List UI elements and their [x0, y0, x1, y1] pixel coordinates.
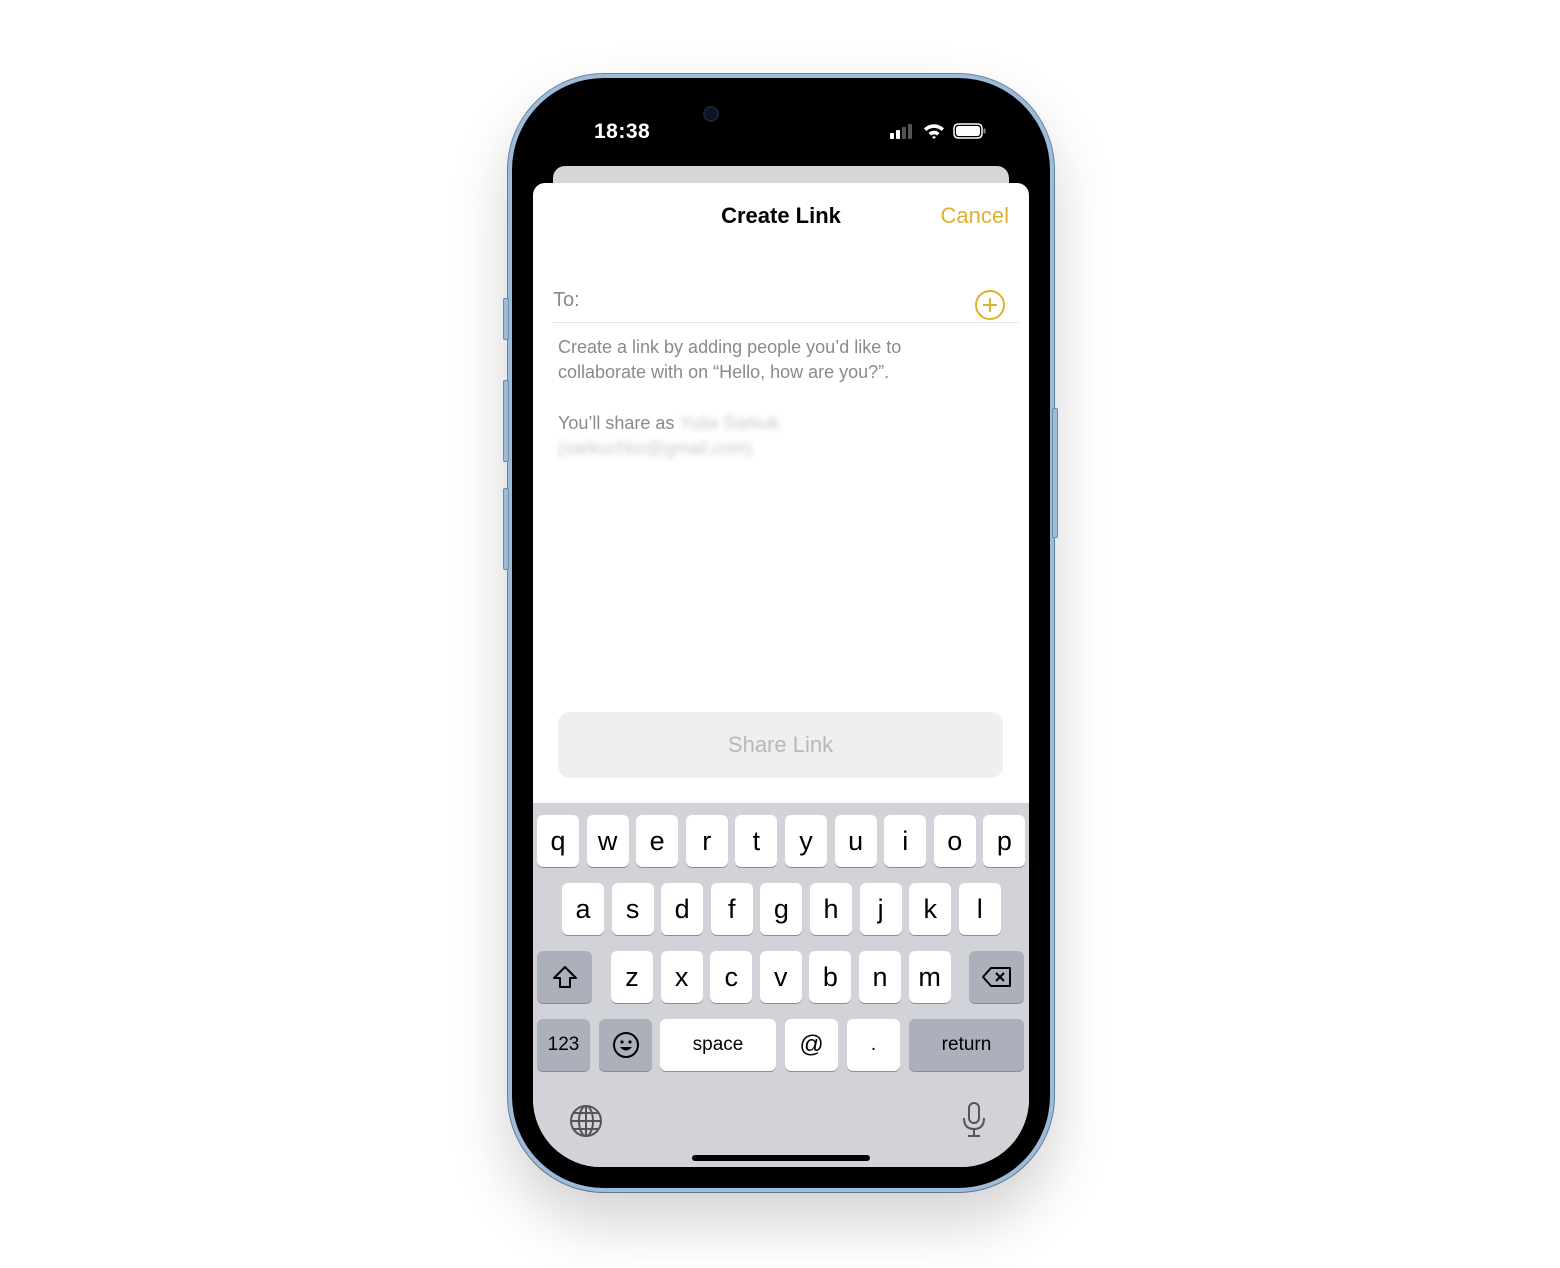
battery-icon [953, 123, 986, 139]
key-i[interactable]: i [884, 815, 927, 867]
front-camera [703, 106, 719, 122]
volume-down-button [503, 488, 509, 570]
share-as-text: You’ll share as Yulia Sarkuk (sarkuchko@… [558, 411, 978, 461]
status-bar: 18:38 [533, 99, 1029, 165]
key-p[interactable]: p [983, 815, 1026, 867]
key-b[interactable]: b [809, 951, 852, 1003]
home-indicator [692, 1155, 870, 1161]
space-key[interactable]: space [660, 1019, 776, 1071]
key-m[interactable]: m [908, 951, 951, 1003]
key-x[interactable]: x [660, 951, 703, 1003]
key-o[interactable]: o [933, 815, 976, 867]
wifi-icon [924, 124, 944, 139]
share-link-button[interactable]: Share Link [558, 712, 1003, 778]
key-r[interactable]: r [685, 815, 728, 867]
key-n[interactable]: n [859, 951, 901, 1003]
cancel-button[interactable]: Cancel [941, 203, 1009, 229]
key-f[interactable]: f [710, 883, 753, 935]
to-label: To: [553, 289, 580, 311]
emoji-key[interactable] [599, 1019, 652, 1071]
key-e[interactable]: e [636, 815, 679, 867]
to-field[interactable]: To: [553, 267, 1019, 323]
share-as-prefix: You’ll share as [558, 413, 675, 433]
status-time: 18:38 [594, 120, 651, 143]
key-d[interactable]: d [661, 883, 704, 935]
key-c[interactable]: c [710, 951, 753, 1003]
volume-up-button [503, 380, 509, 462]
key-a[interactable]: a [562, 883, 604, 935]
power-button [1052, 408, 1058, 538]
plus-circle-icon[interactable] [974, 289, 1006, 321]
cellular-signal-icon [890, 124, 912, 139]
key-w[interactable]: w [586, 815, 629, 867]
phone-screen: 18:38 Create Link Cancel To: Create a li… [533, 99, 1029, 1167]
description-text: Create a link by adding people you’d lik… [558, 337, 902, 382]
numbers-key[interactable]: 123 [537, 1019, 590, 1071]
shift-icon [552, 966, 577, 988]
status-icons [889, 123, 987, 139]
action-button [503, 298, 509, 340]
key-t[interactable]: t [735, 815, 778, 867]
key-j[interactable]: j [859, 883, 902, 935]
key-u[interactable]: u [834, 815, 877, 867]
key-k[interactable]: k [909, 883, 952, 935]
key-y[interactable]: y [785, 815, 827, 867]
dot-key[interactable]: . [847, 1019, 900, 1071]
microphone-icon[interactable] [959, 1101, 989, 1139]
key-v[interactable]: v [759, 951, 802, 1003]
share-as-name: Yulia Sarkuk [679, 413, 780, 433]
key-z[interactable]: z [611, 951, 653, 1003]
key-l[interactable]: l [958, 883, 1001, 935]
keyboard: qwertyuiop asdfghjkl zxcvbnm 123 space @… [533, 803, 1029, 1167]
globe-icon[interactable] [568, 1103, 604, 1139]
key-s[interactable]: s [611, 883, 654, 935]
emoji-icon [612, 1032, 639, 1058]
shift-key[interactable] [537, 951, 592, 1003]
key-g[interactable]: g [760, 883, 803, 935]
share-as-email: (sarkuchko@gmail.com) [558, 438, 753, 458]
key-h[interactable]: h [810, 883, 852, 935]
at-key[interactable]: @ [785, 1019, 838, 1071]
delete-key[interactable] [969, 951, 1024, 1003]
return-key[interactable]: return [909, 1019, 1024, 1071]
key-q[interactable]: q [537, 815, 579, 867]
delete-backspace-icon [981, 967, 1011, 987]
